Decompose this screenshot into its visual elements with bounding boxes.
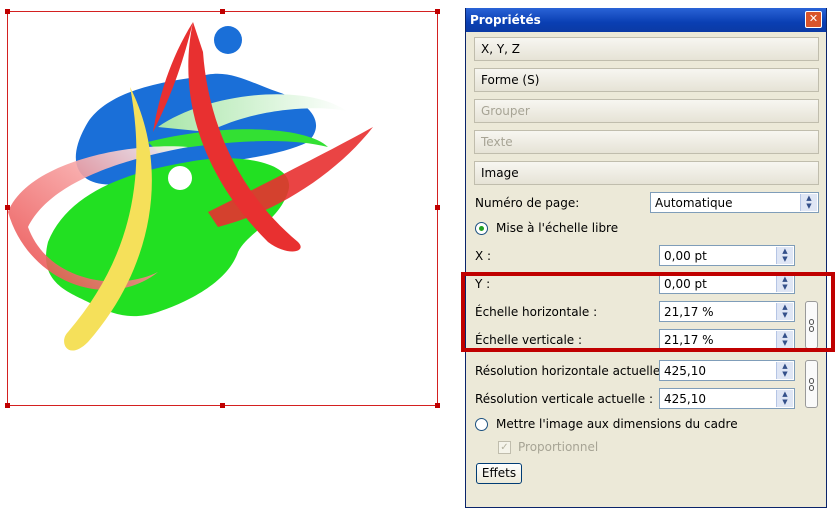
y-value: 0,00 pt	[664, 277, 707, 291]
properties-panel: Propriétés ✕ X, Y, Z Forme (S) Grouper T…	[465, 8, 827, 508]
x-spinbox[interactable]: 0,00 pt ▲ ▼	[659, 245, 795, 266]
resize-handle-right[interactable]	[435, 205, 440, 210]
spin-arrows-icon[interactable]: ▲ ▼	[776, 303, 793, 320]
scale-h-label: Échelle horizontale :	[475, 305, 598, 319]
proportional-label: Proportionnel	[518, 440, 599, 454]
resize-handle-bottom-right[interactable]	[435, 403, 440, 408]
spin-arrows-icon[interactable]: ▲ ▼	[800, 194, 817, 211]
section-xyz[interactable]: X, Y, Z	[474, 37, 819, 61]
scale-v-spinbox[interactable]: 21,17 % ▲ ▼	[659, 329, 795, 350]
artwork-image	[8, 22, 373, 351]
chain-link-icon[interactable]	[805, 360, 818, 408]
res-h-spinbox[interactable]: 425,10 ▲ ▼	[659, 360, 795, 381]
spin-arrows-icon[interactable]: ▲ ▼	[776, 390, 793, 407]
resize-handle-bottom-left[interactable]	[5, 403, 10, 408]
x-value: 0,00 pt	[664, 249, 707, 263]
spin-arrows-icon[interactable]: ▲ ▼	[776, 331, 793, 348]
fit-frame-radio[interactable]	[475, 418, 488, 431]
y-label: Y :	[475, 277, 491, 291]
scale-v-label: Échelle verticale :	[475, 333, 583, 347]
section-text: Texte	[474, 130, 819, 154]
resize-handle-top[interactable]	[220, 9, 225, 14]
section-shape[interactable]: Forme (S)	[474, 68, 819, 92]
resize-handle-bottom[interactable]	[220, 403, 225, 408]
panel-titlebar[interactable]: Propriétés ✕	[466, 8, 826, 32]
fit-frame-label: Mettre l'image aux dimensions du cadre	[496, 417, 738, 431]
proportional-checkbox: ✓	[498, 441, 511, 454]
spin-arrows-icon[interactable]: ▲ ▼	[776, 275, 793, 292]
spin-arrows-icon[interactable]: ▲ ▼	[776, 247, 793, 264]
scale-h-spinbox[interactable]: 21,17 % ▲ ▼	[659, 301, 795, 322]
page-number-select[interactable]: Automatique ▲ ▼	[650, 192, 819, 213]
resize-handle-top-left[interactable]	[5, 9, 10, 14]
res-v-value: 425,10	[664, 392, 706, 406]
resize-handle-left[interactable]	[5, 205, 10, 210]
page-number-label: Numéro de page:	[475, 196, 580, 210]
spin-arrows-icon[interactable]: ▲ ▼	[776, 362, 793, 379]
close-icon[interactable]: ✕	[805, 11, 822, 28]
scale-h-value: 21,17 %	[664, 305, 714, 319]
image-frame[interactable]	[5, 9, 440, 408]
section-image[interactable]: Image	[474, 161, 819, 185]
y-spinbox[interactable]: 0,00 pt ▲ ▼	[659, 273, 795, 294]
panel-title: Propriétés	[470, 13, 541, 27]
page-number-value: Automatique	[655, 196, 733, 210]
resize-handle-top-right[interactable]	[435, 9, 440, 14]
effects-button[interactable]: Effets	[476, 463, 522, 484]
section-group: Grouper	[474, 99, 819, 123]
res-h-label: Résolution horizontale actuelle :	[475, 364, 669, 378]
scale-v-value: 21,17 %	[664, 333, 714, 347]
free-scale-radio[interactable]	[475, 222, 488, 235]
res-v-label: Résolution verticale actuelle :	[475, 392, 654, 406]
res-h-value: 425,10	[664, 364, 706, 378]
free-scale-label: Mise à l'échelle libre	[496, 221, 619, 235]
chain-link-icon[interactable]	[805, 301, 818, 349]
res-v-spinbox[interactable]: 425,10 ▲ ▼	[659, 388, 795, 409]
x-label: X :	[475, 249, 492, 263]
